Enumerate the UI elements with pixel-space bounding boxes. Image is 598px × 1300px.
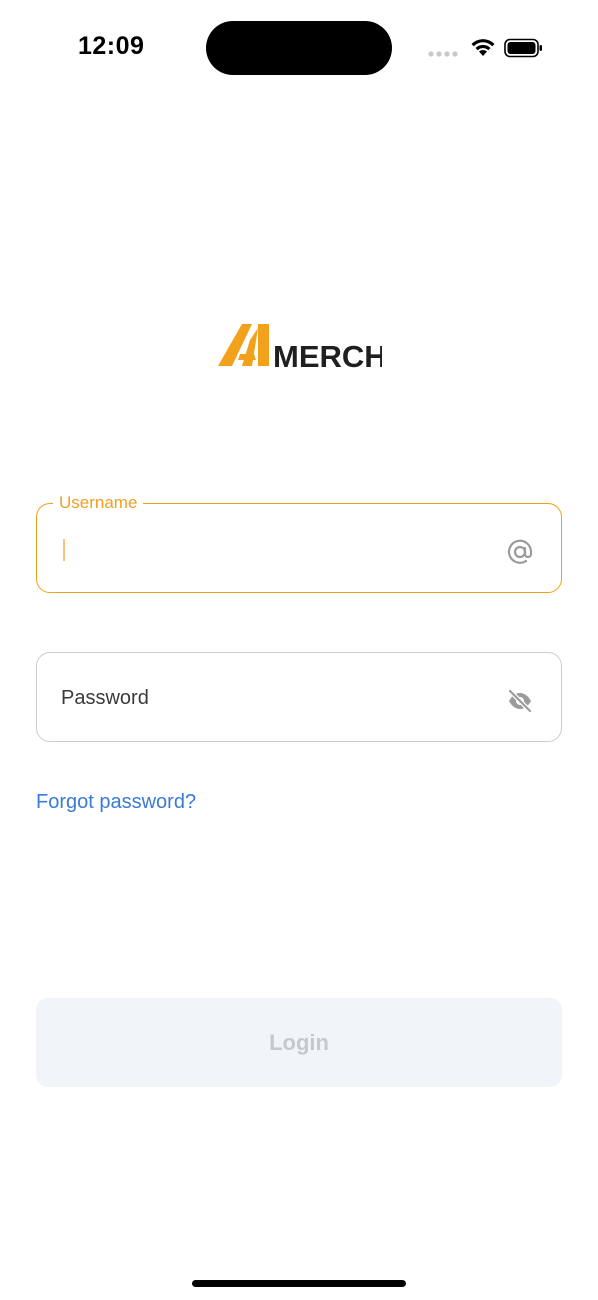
status-time: 12:09 — [78, 32, 145, 60]
text-cursor — [63, 539, 65, 561]
wifi-icon — [471, 39, 495, 56]
username-field[interactable]: Username — [36, 492, 562, 593]
status-bar: 12:09 — [0, 0, 598, 96]
logo-text: MERCH — [273, 339, 382, 372]
username-label: Username — [53, 492, 144, 514]
home-indicator[interactable] — [192, 1280, 406, 1287]
eye-off-icon[interactable] — [507, 688, 533, 714]
login-button[interactable]: Login — [36, 998, 562, 1087]
password-label: Password — [61, 687, 149, 709]
forgot-password-link[interactable]: Forgot password? — [36, 791, 196, 814]
password-field[interactable]: Password — [36, 652, 562, 742]
logo-mark-icon — [218, 324, 269, 366]
app-logo: MERCH — [218, 324, 387, 374]
battery-icon — [504, 38, 542, 58]
signal-dots-icon — [428, 51, 458, 57]
at-sign-icon[interactable] — [507, 539, 533, 565]
dynamic-island — [206, 21, 392, 75]
